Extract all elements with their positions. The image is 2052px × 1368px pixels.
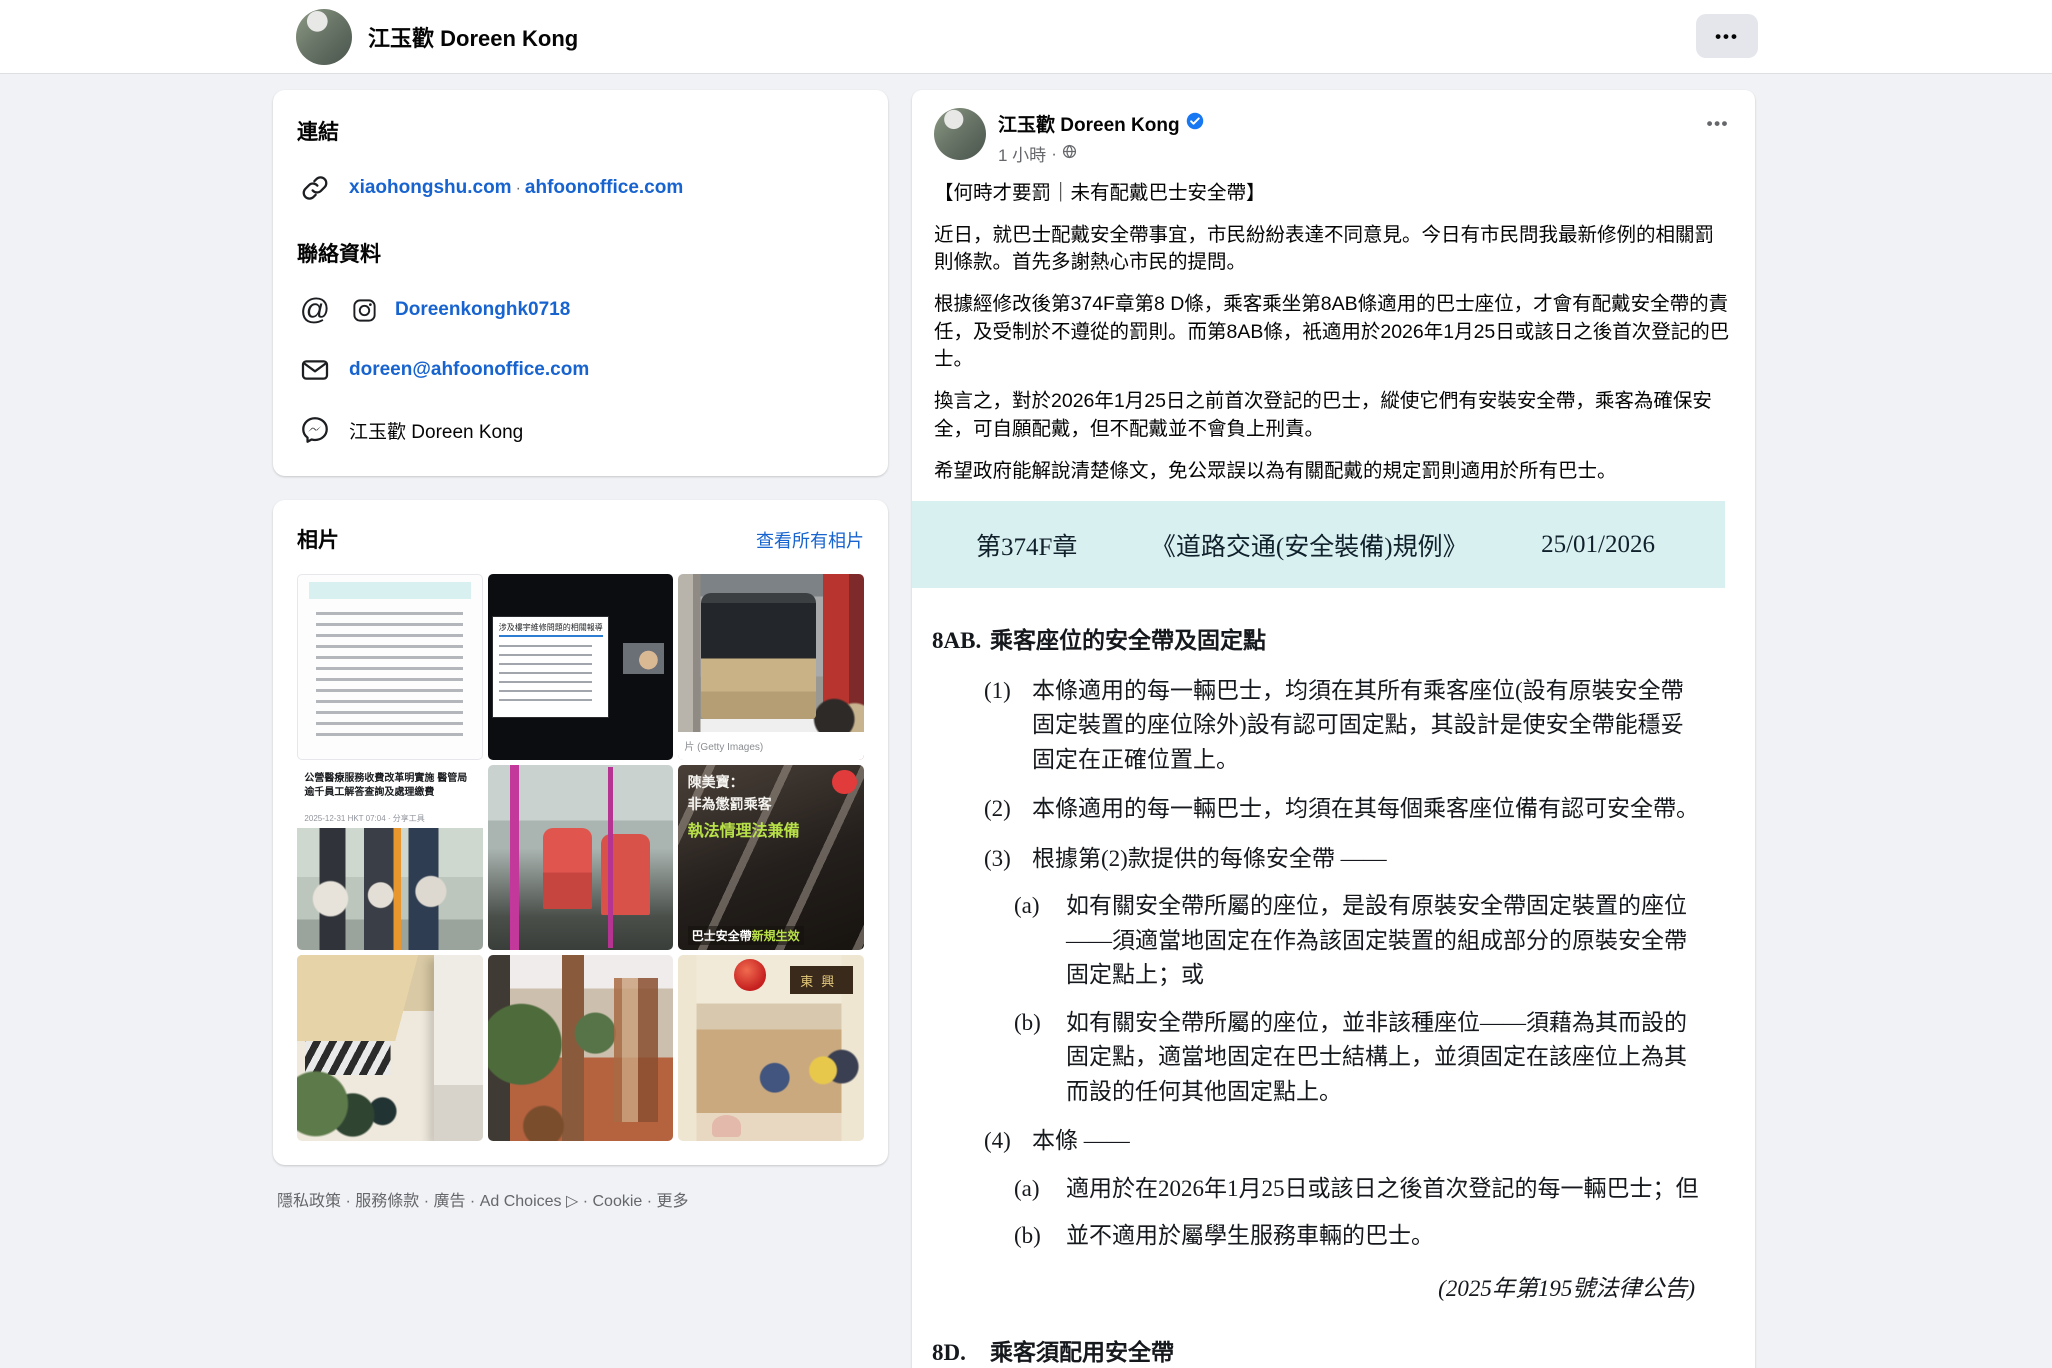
clause-8ab-4b: (b) 並不適用於屬學生服務車輛的巴士。: [932, 1219, 1705, 1254]
instagram-row: @ Doreenkonghk0718: [297, 292, 864, 328]
profile-name: 江玉歡 Doreen Kong: [368, 21, 578, 53]
regulation-date: 25/01/2026: [1541, 531, 1655, 559]
post-column: 江玉歡 Doreen Kong 1 小時 ·: [912, 90, 1755, 1368]
post-timestamp[interactable]: 1 小時: [998, 141, 1046, 166]
poster-banner: 巴士安全帶新規生效: [688, 926, 804, 945]
footer-terms-link[interactable]: 服務條款: [355, 1193, 433, 1210]
post-paragraph-1: 近日，就巴士配戴安全帶事宜，市民紛紛表達不同意見。今日有市民問我最新修例的相關罰…: [934, 222, 1733, 277]
webinar-slide-title: 涉及樓宇維修問題的相關報導: [499, 622, 603, 637]
clause-8ab-2: (2) 本條適用的每一輛巴士，均須在其每個乘客座位備有認可安全帶。: [932, 792, 1705, 827]
news-headline: 公營醫療服務收費改革明實施 醫管局逾千員工解答查詢及處理繳費: [304, 772, 475, 799]
clause-8ab-3a: (a) 如有關安全帶所屬的座位，是設有原裝安全帶固定裝置的座位——須適當地固定在…: [932, 889, 1705, 993]
footer-ads-link[interactable]: 廣告: [433, 1193, 479, 1210]
post-attached-image[interactable]: 第374F章 《道路交通(安全裝備)規例》 25/01/2026 8AB. 乘客…: [912, 501, 1755, 1368]
at-icon: @: [297, 292, 333, 328]
regulation-document-text: 8AB. 乘客座位的安全帶及固定點 (1) 本條適用的每一輛巴士，均須在其所有乘…: [912, 588, 1755, 1368]
photo-thumbnail-seatbelt-poster[interactable]: 陳美寶： 非為懲罰乘客 執法情理法兼備 巴士安全帶新規生效: [678, 765, 864, 951]
regulation-title: 《道路交通(安全裝備)規例》: [1151, 527, 1468, 563]
clause-8ab-4: (4) 本條 ——: [932, 1124, 1705, 1159]
footer-cookie-link[interactable]: Cookie: [593, 1193, 657, 1210]
link-separator: ·: [516, 180, 521, 197]
intro-card: 連結 xiaohongshu.com·ahfoonoffice.com 聯絡資料: [273, 90, 888, 476]
post-card: 江玉歡 Doreen Kong 1 小時 ·: [912, 90, 1755, 1368]
email-row: doreen@ahfoonoffice.com: [297, 352, 864, 388]
photo-thumbnail-corridor[interactable]: [488, 955, 674, 1141]
webinar-slide-text-lines: [499, 645, 592, 708]
post-more-options-button[interactable]: •••: [1707, 114, 1729, 134]
profile-sidebar: 連結 xiaohongshu.com·ahfoonoffice.com 聯絡資料: [273, 90, 888, 1211]
messenger-row: 江玉歡 Doreen Kong: [297, 412, 864, 448]
clause-8ab-3b: (b) 如有關安全帶所屬的座位，並非該種座位——須藉為其而設的固定點，適當地固定…: [932, 1006, 1705, 1110]
regulation-header-band: 第374F章 《道路交通(安全裝備)規例》 25/01/2026: [912, 501, 1725, 588]
email-icon: [297, 352, 333, 388]
photo-thumbnail-bus-seats[interactable]: [488, 765, 674, 951]
regulation-chapter: 第374F章: [976, 527, 1077, 563]
photo-thumbnail-webinar[interactable]: 涉及樓宇維修問題的相關報導: [488, 574, 674, 760]
footer-adchoices-link[interactable]: Ad Choices ▷: [480, 1193, 593, 1210]
website-link-ahfoonoffice[interactable]: ahfoonoffice.com: [525, 177, 683, 198]
link-icon: [297, 170, 333, 206]
header-more-options-button[interactable]: •••: [1696, 14, 1758, 58]
post-author-meta: 江玉歡 Doreen Kong 1 小時 ·: [998, 108, 1204, 166]
bus-shape: [701, 593, 816, 719]
footer-privacy-link[interactable]: 隱私政策: [277, 1193, 355, 1210]
contact-section-title: 聯絡資料: [297, 238, 864, 268]
see-all-photos-link[interactable]: 查看所有相片: [756, 527, 864, 553]
photo-thumbnail-news-article[interactable]: 公營醫療服務收費改革明實施 醫管局逾千員工解答查詢及處理繳費 2025-12-3…: [297, 765, 483, 951]
photos-section-title: 相片: [297, 524, 339, 554]
section-8ab-heading: 8AB. 乘客座位的安全帶及固定點: [932, 624, 1705, 659]
ellipsis-icon: •••: [1715, 28, 1739, 45]
websites-row: xiaohongshu.com·ahfoonoffice.com: [297, 170, 864, 206]
post-paragraph-4: 希望政府能解說清楚條文，免公眾誤以為有關配戴的規定罰則適用於所有巴士。: [934, 458, 1733, 486]
clause-8ab-1: (1) 本條適用的每一輛巴士，均須在其所有乘客座位(設有原裝安全帶固定裝置的座位…: [932, 674, 1705, 778]
instagram-icon: [349, 292, 379, 328]
post-paragraph-2: 根據經修改後第374F章第8 D條，乘客乘坐第8AB條適用的巴士座位，才會有配戴…: [934, 291, 1733, 374]
photos-card: 相片 查看所有相片 涉及樓宇維修問題的相關報導 片 (Getty Images): [273, 500, 888, 1165]
links-section-title: 連結: [297, 116, 864, 146]
verified-badge-icon: [1186, 112, 1204, 135]
poster-line-3: 執法情理法兼備: [688, 817, 800, 841]
post-paragraph-3: 換言之，對於2026年1月25日之前首次登記的巴士，縱使它們有安裝安全帶，乘客為…: [934, 388, 1733, 443]
photo-thumbnail-bus-street[interactable]: 片 (Getty Images): [678, 574, 864, 760]
photo-caption: 片 (Getty Images): [678, 732, 864, 760]
poster-line-2: 非為懲罰乘客: [688, 794, 772, 814]
photos-card-header: 相片 查看所有相片: [297, 524, 864, 554]
facebook-profile-page: 江玉歡 Doreen Kong ••• 連結 xiaohongshu.com·: [0, 0, 2052, 1368]
page-content: 連結 xiaohongshu.com·ahfoonoffice.com 聯絡資料: [0, 74, 2052, 1368]
post-title: 【何時才要罰｜未有配戴巴士安全帶】: [934, 180, 1733, 208]
footer-more-link[interactable]: 更多: [657, 1193, 689, 1210]
post-author-avatar[interactable]: [934, 108, 986, 160]
website-links: xiaohongshu.com·ahfoonoffice.com: [349, 177, 683, 199]
website-link-xiaohongshu[interactable]: xiaohongshu.com: [349, 177, 512, 198]
profile-header-bar: 江玉歡 Doreen Kong •••: [0, 0, 2052, 74]
post-header: 江玉歡 Doreen Kong 1 小時 ·: [912, 108, 1755, 166]
messenger-icon: [297, 412, 333, 448]
poster-line-1: 陳美寶：: [688, 772, 744, 792]
post-author-name[interactable]: 江玉歡 Doreen Kong: [998, 110, 1180, 137]
messenger-name: 江玉歡 Doreen Kong: [349, 417, 523, 444]
email-link[interactable]: doreen@ahfoonoffice.com: [349, 359, 589, 381]
profile-avatar[interactable]: [296, 9, 352, 65]
clause-8ab-4a: (a) 適用於在2026年1月25日或該日之後首次登記的每一輛巴士；但: [932, 1172, 1705, 1207]
clause-8ab-3: (3) 根據第(2)款提供的每條安全帶 ——: [932, 842, 1705, 877]
photo-thumbnail-shopfront[interactable]: 東興: [678, 955, 864, 1141]
section-8d-heading: 8D. 乘客須配用安全帶: [932, 1336, 1705, 1368]
globe-privacy-icon: [1062, 144, 1077, 164]
legal-notice-8ab: (2025年第195號法律公告): [932, 1272, 1695, 1307]
instagram-handle-link[interactable]: Doreenkonghk0718: [395, 299, 570, 321]
shop-sign: 東興: [790, 966, 853, 994]
post-body: 【何時才要罰｜未有配戴巴士安全帶】 近日，就巴士配戴安全帶事宜，市民紛紛表達不同…: [912, 180, 1755, 485]
meta-dot: ·: [1051, 144, 1057, 164]
news-meta: 2025-12-31 HKT 07:04 · 分享工具: [304, 813, 475, 824]
photo-grid: 涉及樓宇維修問題的相關報導 片 (Getty Images) 公營醫療服務收費改…: [297, 574, 864, 1141]
post-meta-row: 1 小時 ·: [998, 141, 1204, 166]
photo-thumbnail-regulation-doc[interactable]: [297, 574, 483, 760]
photo-thumbnail-cafe[interactable]: [297, 955, 483, 1141]
legal-footer: 隱私政策服務條款廣告Ad Choices ▷Cookie更多: [273, 1187, 888, 1211]
